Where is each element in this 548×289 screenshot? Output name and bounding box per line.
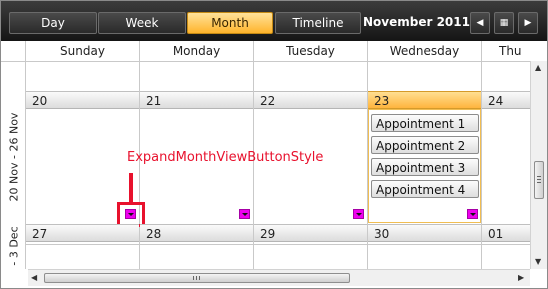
date-header[interactable]: 01 [482,224,530,242]
calendar-picker-button[interactable]: ▦ [494,12,514,34]
today-date-header[interactable]: 23 [368,91,481,109]
grip-line [537,176,541,177]
triangle-left-icon: ◀ [476,18,484,28]
grip-line [193,276,194,280]
vertical-scroll-thumb[interactable] [534,161,544,199]
annotation-label: ExpandMonthViewButtonStyle [127,150,324,165]
week-row-label: 20 Nov - 26 Nov [7,112,21,202]
day-header-wednesday: Wednesday [389,44,460,58]
appointment-item[interactable]: Appointment 1 [371,114,479,132]
day-header-monday: Monday [172,44,221,58]
day-header-tuesday: Tuesday [286,44,335,58]
expand-month-view-button[interactable] [239,209,250,219]
week-row-label: - 3 Dec [7,226,21,266]
scroll-left-icon[interactable]: ◀ [31,273,37,282]
grip-line [199,276,200,280]
day-header-thursday: Thu [499,44,522,58]
week-view-button[interactable]: Week [98,12,186,34]
horizontal-scrollbar[interactable]: ◀ ▶ [28,269,530,286]
grid-line [1,61,530,62]
date-header[interactable]: 27 [26,224,139,242]
date-header[interactable]: 24 [482,91,530,109]
scroll-up-icon[interactable]: ▲ [535,63,541,72]
previous-period-button[interactable]: ◀ [470,12,490,34]
day-header-sunday: Sunday [60,44,105,58]
date-header[interactable]: 29 [254,224,367,242]
date-header[interactable]: 28 [140,224,253,242]
grip-line [537,182,541,183]
calendar-grid-icon: ▦ [499,18,509,28]
day-view-button[interactable]: Day [9,12,97,34]
appointment-item[interactable]: Appointment 2 [371,136,479,154]
horizontal-scroll-thumb[interactable] [44,273,350,283]
grip-line [537,179,541,180]
grip-line [196,276,197,280]
scroll-right-icon[interactable]: ▶ [518,273,524,282]
date-header[interactable]: 20 [26,91,139,109]
annotation-pointer [129,173,133,203]
vertical-scrollbar[interactable]: ▲ ▼ [530,61,547,269]
scheduler-view: Day Week Month Timeline November 2011 ◀ … [0,0,548,289]
timeline-view-button[interactable]: Timeline [275,12,361,34]
date-header[interactable]: 30 [368,224,481,242]
expand-month-view-button[interactable] [467,209,478,219]
date-header[interactable]: 22 [254,91,367,109]
current-period-title: November 2011 [363,15,470,29]
appointment-item[interactable]: Appointment 3 [371,158,479,176]
triangle-right-icon: ▶ [524,18,532,28]
appointment-item[interactable]: Appointment 4 [371,180,479,198]
month-view-button[interactable]: Month [187,12,273,34]
view-toolbar: Day Week Month Timeline November 2011 ◀ … [1,1,547,41]
next-period-button[interactable]: ▶ [518,12,538,34]
grid-line [26,244,530,245]
date-header[interactable]: 21 [140,91,253,109]
scroll-down-icon[interactable]: ▼ [535,257,541,266]
expand-month-view-button[interactable] [353,209,364,219]
